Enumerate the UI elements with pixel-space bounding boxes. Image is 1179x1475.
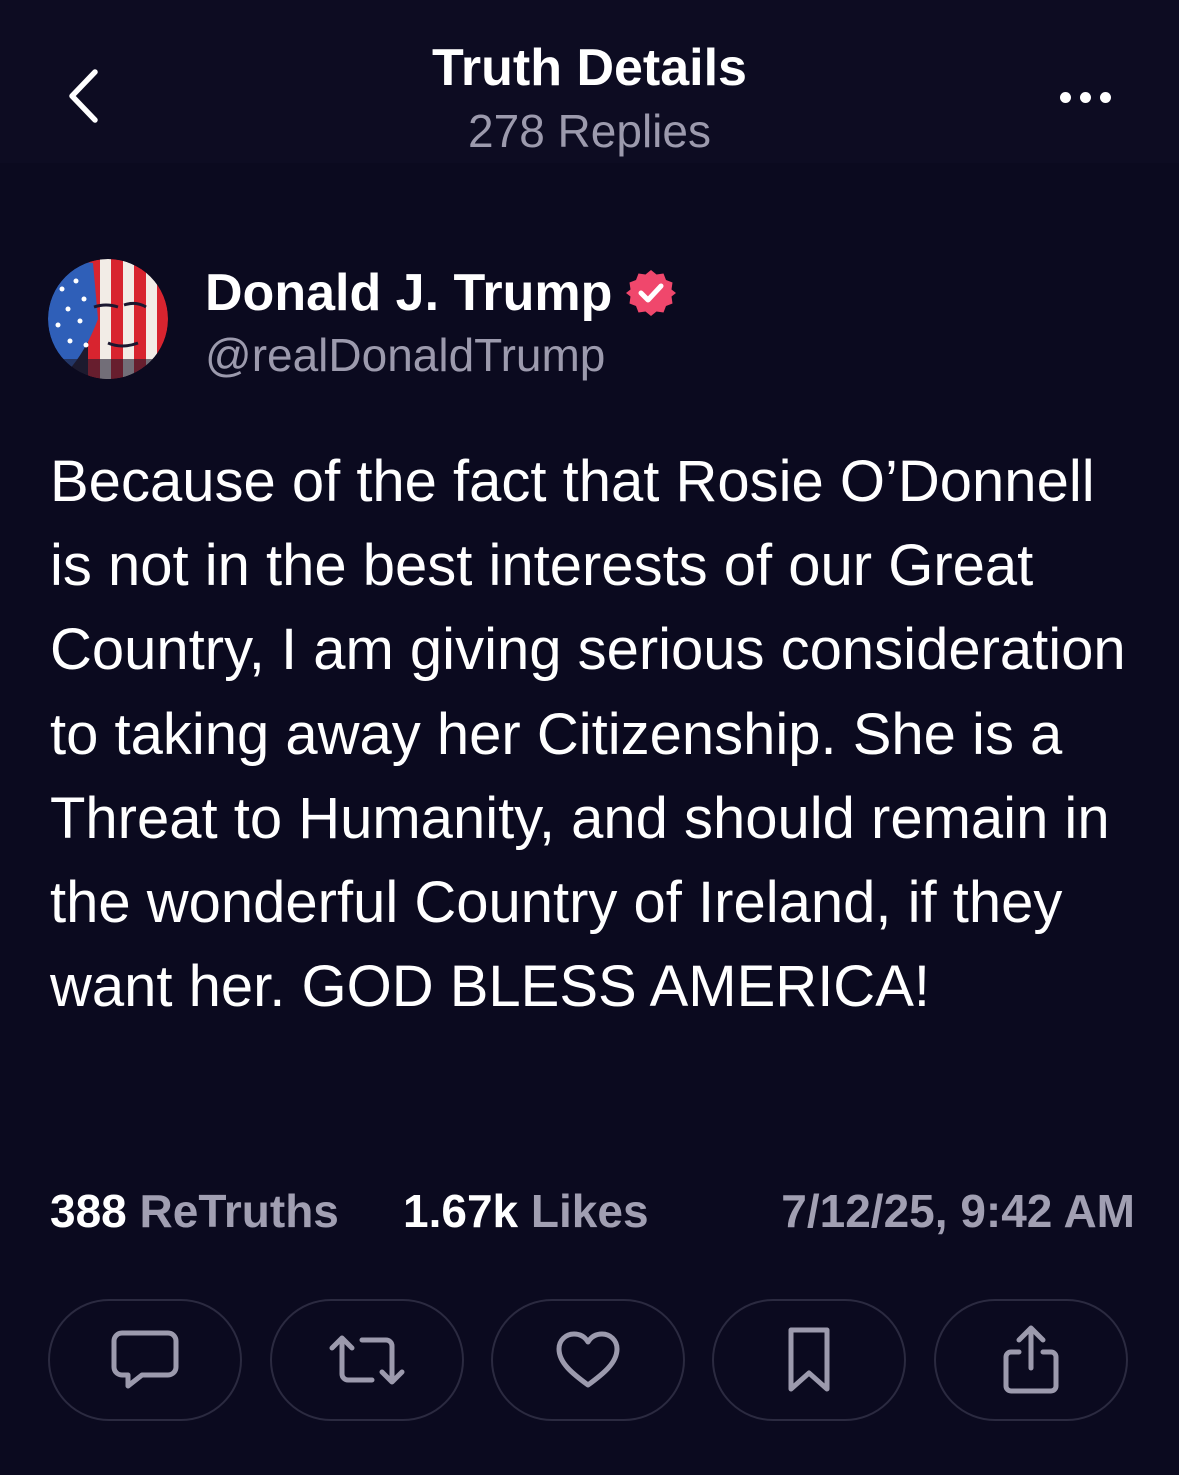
share-icon — [1003, 1325, 1059, 1394]
retruths-count: 388 — [50, 1185, 127, 1237]
retruths-stat[interactable]: 388 ReTruths — [50, 1180, 339, 1242]
post-stats: 388 ReTruths 1.67k Likes 7/12/25, 9:42 A… — [50, 1180, 1135, 1242]
top-bar: Truth Details 278 Replies — [0, 0, 1179, 163]
post-body: Because of the fact that Rosie O’Donnell… — [50, 449, 1126, 1020]
likes-count: 1.67k — [403, 1185, 519, 1237]
ellipsis-dot — [1099, 91, 1111, 103]
retruth-button[interactable] — [270, 1299, 464, 1421]
ellipsis-icon — [1059, 91, 1071, 103]
reply-count[interactable]: 278 Replies — [0, 104, 1179, 158]
reply-button[interactable] — [48, 1299, 242, 1421]
avatar-image — [48, 259, 168, 379]
author-handle[interactable]: @realDonaldTrump — [205, 326, 605, 384]
likes-stat[interactable]: 1.67k Likes — [403, 1180, 649, 1242]
page-title: Truth Details — [432, 39, 747, 97]
like-button[interactable] — [491, 1299, 685, 1421]
author-name[interactable]: Donald J. Trump — [205, 262, 677, 324]
likes-label: Likes — [530, 1185, 649, 1237]
bookmark-button[interactable] — [712, 1299, 906, 1421]
avatar[interactable] — [48, 259, 168, 379]
share-button[interactable] — [934, 1299, 1128, 1421]
ellipsis-dot — [1079, 91, 1091, 103]
more-options-button[interactable] — [1050, 70, 1120, 124]
post-timestamp: 7/12/25, 9:42 AM — [781, 1185, 1135, 1237]
bookmark-icon — [788, 1327, 830, 1392]
verified-badge-icon — [626, 270, 677, 316]
repost-icon — [329, 1335, 405, 1385]
action-bar — [48, 1299, 1132, 1425]
author-display-name: Donald J. Trump — [205, 264, 613, 322]
comment-icon — [111, 1330, 179, 1389]
heart-icon — [556, 1331, 620, 1388]
retruths-label: ReTruths — [139, 1185, 339, 1237]
